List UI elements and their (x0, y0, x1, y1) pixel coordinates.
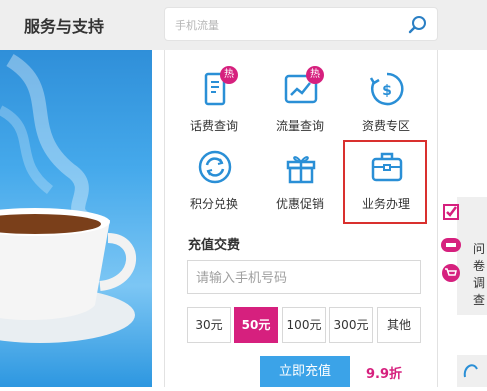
survey-text: 问卷调查 (473, 242, 486, 307)
tariff-icon: $ (369, 72, 404, 106)
phone-input[interactable] (194, 262, 418, 294)
hot-badge: 热 (306, 66, 324, 84)
service-label: 资费专区 (361, 119, 410, 133)
side-panel-bottom[interactable] (457, 355, 487, 387)
top-bar: 服务与支持 手机流量 (0, 0, 487, 50)
service-promotions[interactable]: 优惠促销 (260, 148, 340, 228)
service-tariff[interactable]: $ 资费专区 (346, 70, 426, 150)
service-bill-query[interactable]: 热 话费查询 (174, 66, 254, 150)
coupon-icon[interactable] (440, 236, 462, 254)
amount-option[interactable]: 300元 (329, 307, 373, 343)
recharge-title: 充值交费 (188, 238, 241, 253)
search-icon[interactable] (407, 14, 429, 36)
survey-panel[interactable]: 问卷调查 (457, 197, 487, 315)
promo-banner-coffee[interactable] (0, 50, 152, 387)
amount-option-selected[interactable]: 50元 (234, 307, 278, 343)
service-points-exchange[interactable]: 积分兑换 (174, 148, 254, 228)
headset-icon (463, 364, 478, 378)
amount-option[interactable]: 30元 (187, 307, 231, 343)
service-label: 优惠促销 (275, 197, 324, 211)
service-label: 话费查询 (189, 119, 238, 133)
cart-icon[interactable] (440, 264, 462, 282)
service-data-query[interactable]: 热 流量查询 (260, 66, 340, 150)
service-label: 积分兑换 (189, 197, 238, 211)
phone-field[interactable] (187, 260, 421, 294)
gift-icon (286, 156, 316, 184)
recharge-button[interactable]: 立即充值 (260, 356, 350, 387)
amount-option[interactable]: 100元 (282, 307, 326, 343)
coffee-cup-image (0, 54, 137, 343)
svg-text:$: $ (382, 83, 392, 99)
search-box[interactable]: 手机流量 (164, 7, 438, 41)
service-label: 流量查询 (275, 119, 324, 133)
search-input[interactable]: 手机流量 (175, 17, 219, 33)
checkbox-icon[interactable] (443, 204, 459, 220)
amount-option-other[interactable]: 其他 (377, 307, 421, 343)
discount-label: 9.9折 (366, 367, 403, 382)
hot-badge: 热 (220, 66, 238, 84)
page-title: 服务与支持 (24, 17, 105, 36)
points-exchange-icon (198, 150, 232, 184)
highlight-box (343, 140, 427, 224)
